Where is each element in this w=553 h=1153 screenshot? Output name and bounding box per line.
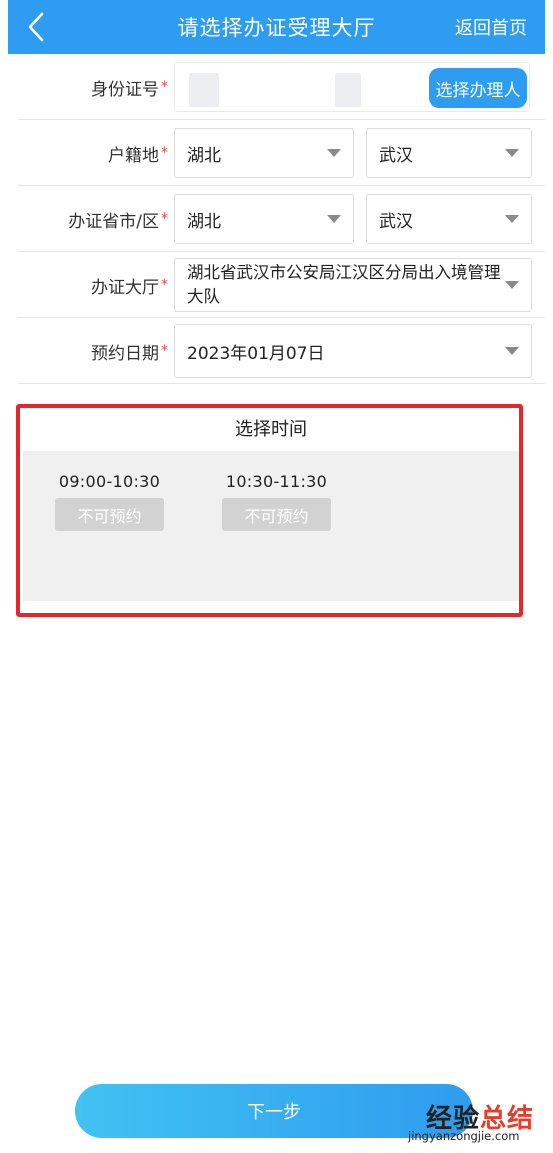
dropdown-caret-icon	[505, 215, 519, 223]
return-home-link[interactable]: 返回首页	[455, 14, 527, 40]
required-mark: *	[161, 211, 168, 227]
office-city-value: 武汉	[379, 211, 413, 232]
date-row: 预约日期 * 2023年01月07日	[18, 318, 545, 384]
household-city-select[interactable]: 武汉	[366, 128, 532, 178]
dropdown-caret-icon	[505, 149, 519, 157]
hall-select[interactable]: 湖北省武汉市公安局江汉区分局出入境管理大队	[174, 258, 532, 312]
watermark-logo: 经验总结 jingyanzongjie.com	[408, 1098, 548, 1148]
redacted-blur	[189, 73, 219, 107]
time-slot: 09:00-10:30 不可预约	[55, 472, 164, 531]
required-mark: *	[161, 79, 168, 95]
date-label: 预约日期 *	[91, 343, 168, 364]
hall-label: 办证大厅 *	[91, 277, 168, 298]
appointment-form: 身份证号 * 选择办理人 户籍地 * 湖北 武汉 办证省市/区 * 湖北 武汉 …	[18, 54, 545, 384]
time-slot-unavailable-button[interactable]: 不可预约	[55, 498, 164, 531]
office-city-row: 办证省市/区 * 湖北 武汉	[18, 186, 545, 252]
id-number-row: 身份证号 * 选择办理人	[18, 54, 545, 120]
office-city-select[interactable]: 武汉	[366, 194, 532, 244]
dropdown-caret-icon	[327, 149, 341, 157]
office-province-select[interactable]: 湖北	[174, 194, 354, 244]
office-province-value: 湖北	[187, 211, 221, 232]
id-number-label: 身份证号 *	[91, 79, 168, 100]
back-button[interactable]	[22, 10, 52, 44]
time-slot-range: 10:30-11:30	[225, 472, 328, 491]
choose-applicant-button[interactable]: 选择办理人	[429, 68, 527, 108]
page-title: 请选择办证受理大厅	[177, 16, 376, 40]
date-value: 2023年01月07日	[187, 343, 325, 364]
required-mark: *	[161, 145, 168, 161]
office-city-label: 办证省市/区 *	[68, 211, 168, 232]
time-slot: 10:30-11:30 不可预约	[222, 472, 331, 531]
dropdown-caret-icon	[505, 347, 519, 355]
household-label: 户籍地 *	[108, 145, 168, 166]
household-province-value: 湖北	[187, 145, 221, 166]
top-nav-bar: 请选择办证受理大厅 返回首页	[8, 0, 545, 54]
household-row: 户籍地 * 湖北 武汉	[18, 120, 545, 186]
chevron-left-icon	[28, 12, 44, 42]
hall-value: 湖北省武汉市公安局江汉区分局出入境管理大队	[187, 263, 501, 306]
dropdown-caret-icon	[327, 215, 341, 223]
date-select[interactable]: 2023年01月07日	[174, 324, 532, 378]
required-mark: *	[161, 277, 168, 293]
household-province-select[interactable]: 湖北	[174, 128, 354, 178]
time-slot-unavailable-button[interactable]: 不可预约	[222, 498, 331, 531]
dropdown-caret-icon	[505, 281, 519, 289]
watermark-url: jingyanzongjie.com	[408, 1129, 520, 1143]
time-slot-range: 09:00-10:30	[58, 472, 161, 491]
time-selection-panel: 选择时间 09:00-10:30 不可预约 10:30-11:30 不可预约	[23, 404, 519, 601]
hall-row: 办证大厅 * 湖北省武汉市公安局江汉区分局出入境管理大队	[18, 252, 545, 318]
required-mark: *	[161, 343, 168, 359]
redacted-blur	[335, 73, 361, 107]
time-selection-title: 选择时间	[23, 404, 519, 451]
household-city-value: 武汉	[379, 145, 413, 166]
